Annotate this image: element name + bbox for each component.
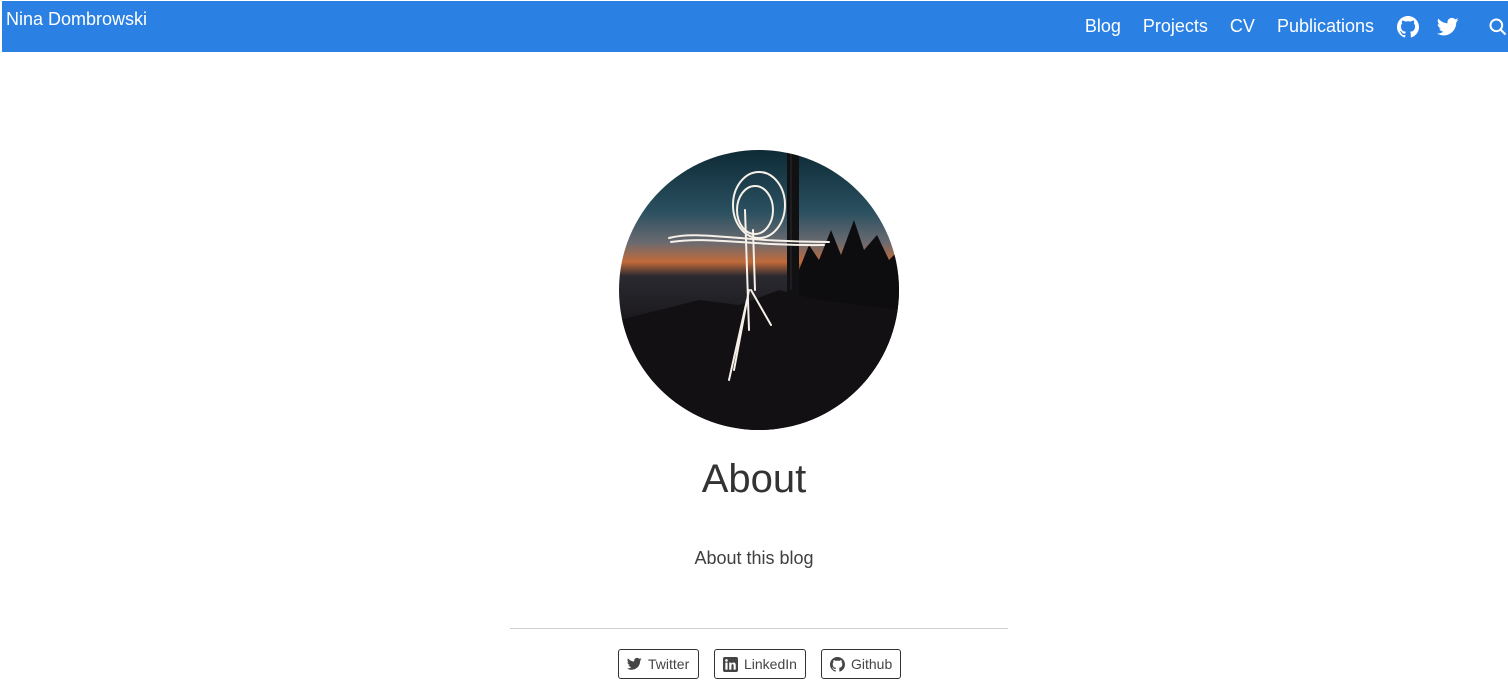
nav-link-cv[interactable]: CV: [1230, 16, 1255, 37]
nav-link-publications[interactable]: Publications: [1277, 16, 1374, 37]
page-subtitle: About this blog: [694, 548, 814, 568]
nav-link-blog[interactable]: Blog: [1085, 16, 1121, 37]
twitter-button[interactable]: Twitter: [618, 649, 699, 679]
search-icon[interactable]: [1488, 15, 1508, 39]
github-button-label: Github: [851, 656, 893, 672]
site-brand-link[interactable]: Nina Dombrowski: [6, 9, 147, 30]
github-button[interactable]: Github: [821, 649, 901, 679]
page-title: About: [701, 457, 807, 501]
footer-divider: [510, 628, 1008, 629]
linkedin-button-label: LinkedIn: [744, 656, 797, 672]
profile-avatar: [619, 150, 899, 430]
top-navbar: Nina Dombrowski Blog Projects CV Publica…: [2, 1, 1508, 52]
twitter-icon[interactable]: [1436, 15, 1460, 39]
github-icon[interactable]: [1396, 15, 1420, 39]
twitter-icon: [627, 657, 642, 672]
twitter-button-label: Twitter: [648, 656, 690, 672]
linkedin-icon: [723, 656, 738, 672]
github-icon: [830, 656, 845, 672]
nav-link-projects[interactable]: Projects: [1143, 16, 1208, 37]
nav-links: Blog Projects CV Publications: [1085, 1, 1508, 52]
linkedin-button[interactable]: LinkedIn: [714, 649, 806, 679]
